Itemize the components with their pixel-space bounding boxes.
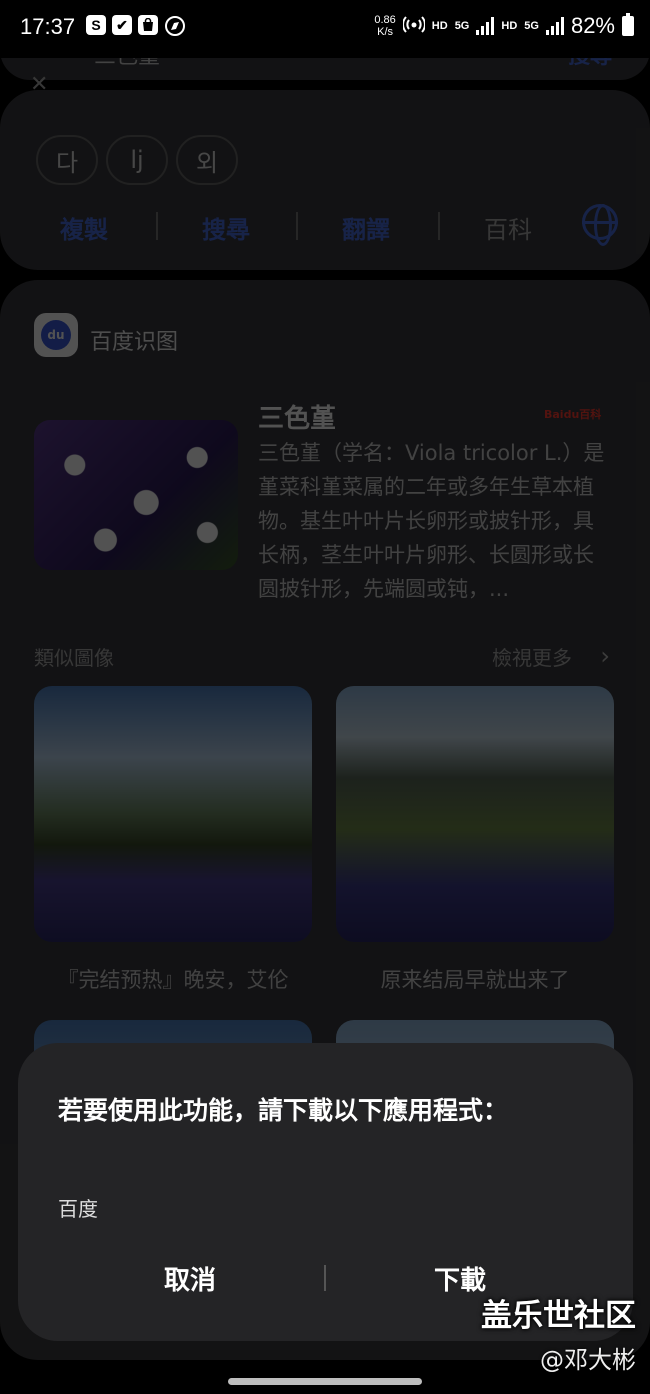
chip-1: 다 (36, 135, 98, 185)
5g-badge-2: 5G (524, 20, 539, 32)
shopping-bag-icon (138, 15, 158, 35)
checkbox-app-icon: ✔ (112, 15, 132, 35)
network-speed: 0.86 K/s (374, 14, 395, 38)
entry-title: 三色堇 (258, 404, 337, 434)
divider (156, 212, 158, 240)
similar-images-label: 類似圖像 (34, 646, 114, 670)
system-status-icons: 0.86 K/s HD 5G HD 5G 82% (374, 13, 634, 39)
divider (438, 212, 440, 240)
similar-image-1-caption: 『完结预热』晚安，艾伦 (57, 968, 289, 992)
signal-bars-icon (476, 17, 495, 35)
chip-2: lj (106, 135, 168, 185)
divider (296, 212, 298, 240)
similar-image-1 (34, 686, 312, 942)
similar-image-2-caption: 原来结局早就出来了 (380, 968, 570, 992)
signal-bars-icon-2 (545, 17, 564, 35)
copy-action: 複製 (60, 216, 108, 244)
translate-action: 翻譯 (342, 216, 390, 244)
hd-badge-2: HD (501, 20, 518, 32)
globe-icon (582, 204, 618, 246)
pansy-thumbnail (34, 420, 238, 570)
status-time: 17:37 (20, 14, 76, 39)
similar-image-2 (336, 686, 614, 942)
notification-icons: S ✔ (86, 15, 186, 41)
encyclopedia-action: 百科 (484, 216, 532, 244)
status-bar: 17:37 S ✔ 0.86 K/s HD 5G HD 5G 82% (0, 0, 650, 58)
hd-badge-1: HD (431, 20, 448, 32)
compass-icon (164, 15, 186, 41)
s-app-icon: S (86, 15, 106, 35)
watermark-site: 盖乐世社区 (481, 1298, 636, 1334)
network-speed-unit: K/s (377, 26, 394, 38)
required-app-name: 百度 (58, 1197, 98, 1221)
search-action: 搜尋 (202, 216, 250, 244)
battery-percent: 82% (570, 13, 615, 38)
network-speed-value: 0.86 (374, 14, 396, 26)
5g-badge-1: 5G (454, 20, 470, 32)
baike-badge: Baidu百科 (544, 408, 602, 421)
dialog-title: 若要使用此功能，請下載以下應用程式： (58, 1096, 509, 1125)
source-name: 百度识图 (90, 330, 179, 355)
gesture-home-bar[interactable] (228, 1378, 422, 1385)
tools-panel: 다 lj 외 複製 搜尋 翻譯 百科 (0, 90, 650, 270)
chip-3: 외 (176, 135, 238, 185)
watermark-user: @邓大彬 (540, 1346, 636, 1374)
chevron-right-icon: › (600, 642, 610, 670)
baidu-logo-icon: du (34, 313, 78, 357)
cancel-button[interactable]: 取消 (50, 1261, 330, 1301)
view-more-link: 檢視更多 (492, 646, 572, 670)
entry-description: 三色堇（学名：Viola tricolor L.）是堇菜科堇菜属的二年或多年生草… (258, 441, 605, 601)
battery-icon (622, 13, 634, 36)
hotspot-icon (401, 14, 426, 39)
